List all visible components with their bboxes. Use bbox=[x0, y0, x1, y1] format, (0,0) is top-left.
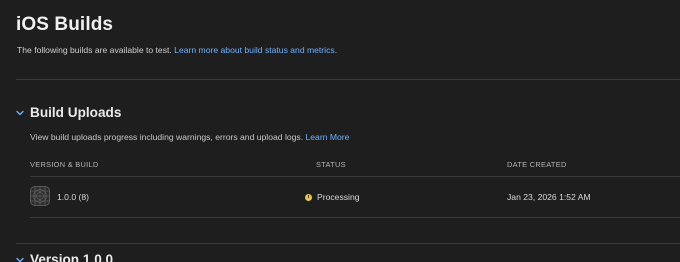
row-status: Processing bbox=[305, 192, 360, 202]
build-uploads-toggle[interactable]: Build Uploads bbox=[15, 105, 121, 120]
processing-status-icon bbox=[305, 193, 312, 201]
build-status-metrics-link[interactable]: Learn more about build status and metric… bbox=[174, 45, 335, 55]
chevron-down-icon bbox=[16, 257, 24, 262]
intro-text: The following builds are available to te… bbox=[17, 45, 337, 55]
app-placeholder-icon bbox=[30, 186, 50, 206]
row-date-created: Jan 23, 2026 1:52 AM bbox=[507, 192, 591, 202]
column-header-version[interactable]: VERSION & BUILD bbox=[30, 160, 99, 169]
table-row-divider bbox=[30, 217, 680, 218]
column-header-status[interactable]: STATUS bbox=[316, 160, 346, 169]
chevron-down-icon bbox=[16, 110, 24, 115]
row-version-build: 1.0.0 (8) bbox=[57, 192, 90, 202]
intro-text-suffix: . bbox=[334, 45, 338, 55]
intro-text-body: The following builds are available to te… bbox=[17, 45, 175, 55]
table-row[interactable]: 1.0.0 (8) Processing Jan 23, 2026 1:52 A… bbox=[30, 186, 680, 208]
learn-more-link[interactable]: Learn More bbox=[305, 132, 349, 142]
section-divider bbox=[16, 79, 680, 80]
version-section-toggle[interactable]: Version 1.0.0 bbox=[15, 252, 113, 262]
build-uploads-title: Build Uploads bbox=[30, 105, 122, 120]
ios-builds-page: iOS Builds The following builds are avai… bbox=[0, 0, 680, 262]
row-status-label: Processing bbox=[317, 192, 360, 202]
section-divider bbox=[16, 243, 680, 244]
column-header-date[interactable]: DATE CREATED bbox=[507, 160, 567, 169]
build-uploads-description: View build uploads progress including wa… bbox=[30, 132, 349, 142]
build-uploads-description-text: View build uploads progress including wa… bbox=[30, 132, 306, 142]
page-title: iOS Builds bbox=[16, 14, 114, 35]
table-header-divider bbox=[30, 176, 680, 177]
version-section-title: Version 1.0.0 bbox=[30, 252, 114, 262]
